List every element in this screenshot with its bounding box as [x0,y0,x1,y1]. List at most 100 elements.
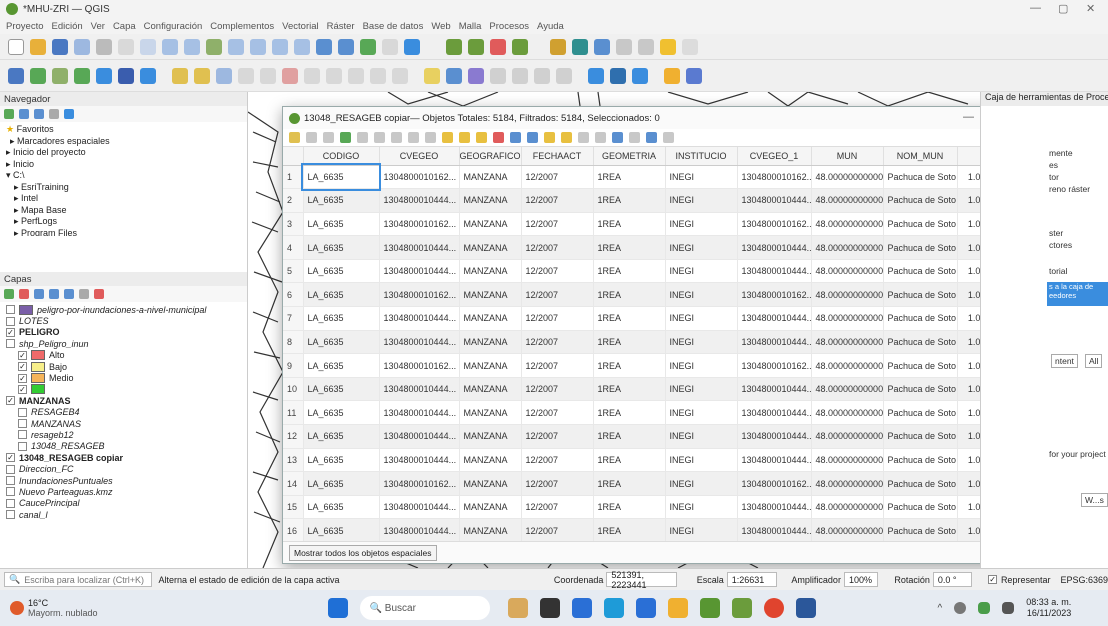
table-cell[interactable]: INEGI [665,424,738,449]
word-icon[interactable] [795,598,816,618]
maximize-button[interactable]: ▢ [1058,2,1068,15]
all-filter[interactable]: All [1085,354,1103,368]
column-header[interactable]: NOM_MUN [883,147,958,166]
table-cell[interactable]: 12/2007 [521,353,594,378]
multi-edit-icon[interactable] [306,132,317,143]
table-cell[interactable]: 48.00000000000 [811,400,884,426]
row-number[interactable]: 2 [283,188,304,213]
table-cell[interactable]: 48.00000000000 [811,165,884,190]
table-cell[interactable]: 12/2007 [521,448,594,473]
table-cell[interactable]: INEGI [665,400,738,426]
layer-item[interactable]: MANZANAS [6,418,247,429]
table-cell[interactable]: 1304800010162... [379,353,460,378]
teams-icon[interactable] [571,598,592,618]
locator-search[interactable]: 🔍 Escriba para localizar (Ctrl+K) [4,572,153,587]
row-number[interactable]: 12 [283,424,304,449]
layer-checkbox[interactable]: ✓ [18,384,27,394]
add-layer-icon[interactable] [4,109,14,119]
table-cell[interactable]: LA_6635 [303,424,380,449]
table-cell[interactable]: 1REA [593,377,666,402]
save-edits-icon[interactable] [216,67,232,84]
table-cell[interactable]: 1304800010162... [737,165,812,190]
table-cell[interactable]: 1REA [593,495,666,520]
table-cell[interactable]: 1REA [593,306,666,331]
table-cell[interactable]: 48.00000000000 [811,306,884,331]
paste-features-icon[interactable] [348,67,364,84]
table-cell[interactable]: 12/2007 [521,235,594,260]
store-icon[interactable] [635,598,656,618]
table-cell[interactable]: LA_6635 [303,235,380,260]
deselect-icon[interactable] [490,38,506,55]
add-vector-icon[interactable] [30,67,46,84]
table-row[interactable]: 6 LA_6635 1304800010162... MANZANA 12/2007 1R… [283,282,1036,308]
table-cell[interactable]: MANZANA [459,377,522,402]
table-cell[interactable]: LA_6635 [303,400,380,426]
select-features-icon[interactable] [446,38,462,55]
table-cell[interactable]: LA_6635 [303,259,380,284]
network-icon[interactable] [978,602,991,614]
table-cell[interactable]: Pachuca de Soto [883,330,958,355]
reload-icon[interactable] [404,38,420,55]
browser-item[interactable]: ▸ Marcadores espaciales [2,136,247,148]
table-cell[interactable]: Pachuca de Soto [883,377,958,402]
table-cell[interactable]: 48.00000000000 [811,353,884,378]
copy-attr-icon[interactable] [408,132,419,143]
layer-checkbox[interactable] [6,316,15,326]
python-console-icon[interactable] [588,67,604,84]
layer-item[interactable]: resageb12 [6,429,247,440]
table-cell[interactable]: Pachuca de Soto [883,306,958,331]
zoom-in-icon[interactable] [162,38,178,55]
task-view-icon[interactable] [539,598,560,618]
bookmark-icon[interactable] [338,38,354,55]
menu-vectorial[interactable]: Vectorial [282,21,318,32]
render-checkbox[interactable]: ✓ [988,575,997,584]
highlight-labels-icon[interactable] [468,67,484,84]
browser-item[interactable]: ▸ Program Files [2,228,247,237]
table-cell[interactable]: 1304800010162... [379,471,460,496]
row-number[interactable]: 8 [283,330,304,355]
layer-item[interactable]: canal_l [6,509,247,520]
row-number[interactable]: 11 [283,400,304,426]
column-header[interactable]: CODIGO [303,147,380,166]
menu-edicion[interactable]: Edición [52,21,83,32]
deselect-all-icon[interactable] [493,132,504,143]
table-cell[interactable]: 12/2007 [521,188,594,213]
expand-all-icon[interactable] [64,289,74,299]
pan-map-icon[interactable] [544,132,555,143]
table-cell[interactable]: 1REA [593,400,666,426]
pin-labels-icon[interactable] [446,67,462,84]
cut-features-icon[interactable] [304,67,320,84]
qgis-taskbar-icon[interactable] [699,598,720,618]
table-cell[interactable]: 1REA [593,424,666,449]
delete-attr-feature-icon[interactable] [374,132,385,143]
table-row[interactable]: 9 LA_6635 1304800010162... MANZANA 12/2007 1R… [283,353,1036,378]
table-cell[interactable]: INEGI [665,495,738,520]
table-cell[interactable]: 12/2007 [521,495,594,520]
table-cell[interactable]: INEGI [665,330,738,355]
column-header[interactable]: CVEGEO_1 [737,147,812,166]
table-cell[interactable]: 1304800010444... [379,188,460,213]
table-cell[interactable]: 1304800010444... [379,306,460,331]
table-cell[interactable]: MANZANA [459,330,522,355]
save-as-icon[interactable] [74,38,90,55]
layer-checkbox[interactable] [6,487,15,497]
layer-checkbox[interactable]: ✓ [18,362,27,372]
menu-malla[interactable]: Malla [459,21,482,32]
label-move-icon[interactable] [490,67,506,84]
table-cell[interactable]: 48.00000000000 [811,212,884,237]
table-cell[interactable]: LA_6635 [301,163,381,191]
toolbox-item[interactable]: es [1049,160,1058,170]
collapse-layers-icon[interactable] [79,289,89,299]
edge-icon[interactable] [603,598,624,618]
chrome-icon[interactable] [763,598,784,618]
zoom-full-icon[interactable] [206,38,222,55]
table-cell[interactable]: 12/2007 [521,282,594,308]
table-cell[interactable]: MANZANA [459,495,522,520]
browser-item[interactable]: ▸ EsriTraining [2,182,247,194]
redo-icon[interactable] [392,67,408,84]
table-cell[interactable]: 48.00000000000 [811,424,884,449]
attribute-table[interactable]: CODIGO CVEGEO GEOGRAFICO FECHAACT GEOMETRIA I… [283,147,1036,541]
table-cell[interactable]: 1304800010162... [737,471,812,496]
table-row[interactable]: 2 LA_6635 1304800010444... MANZANA 12/2007 1R… [283,188,1036,213]
layer-checkbox[interactable] [18,441,27,451]
